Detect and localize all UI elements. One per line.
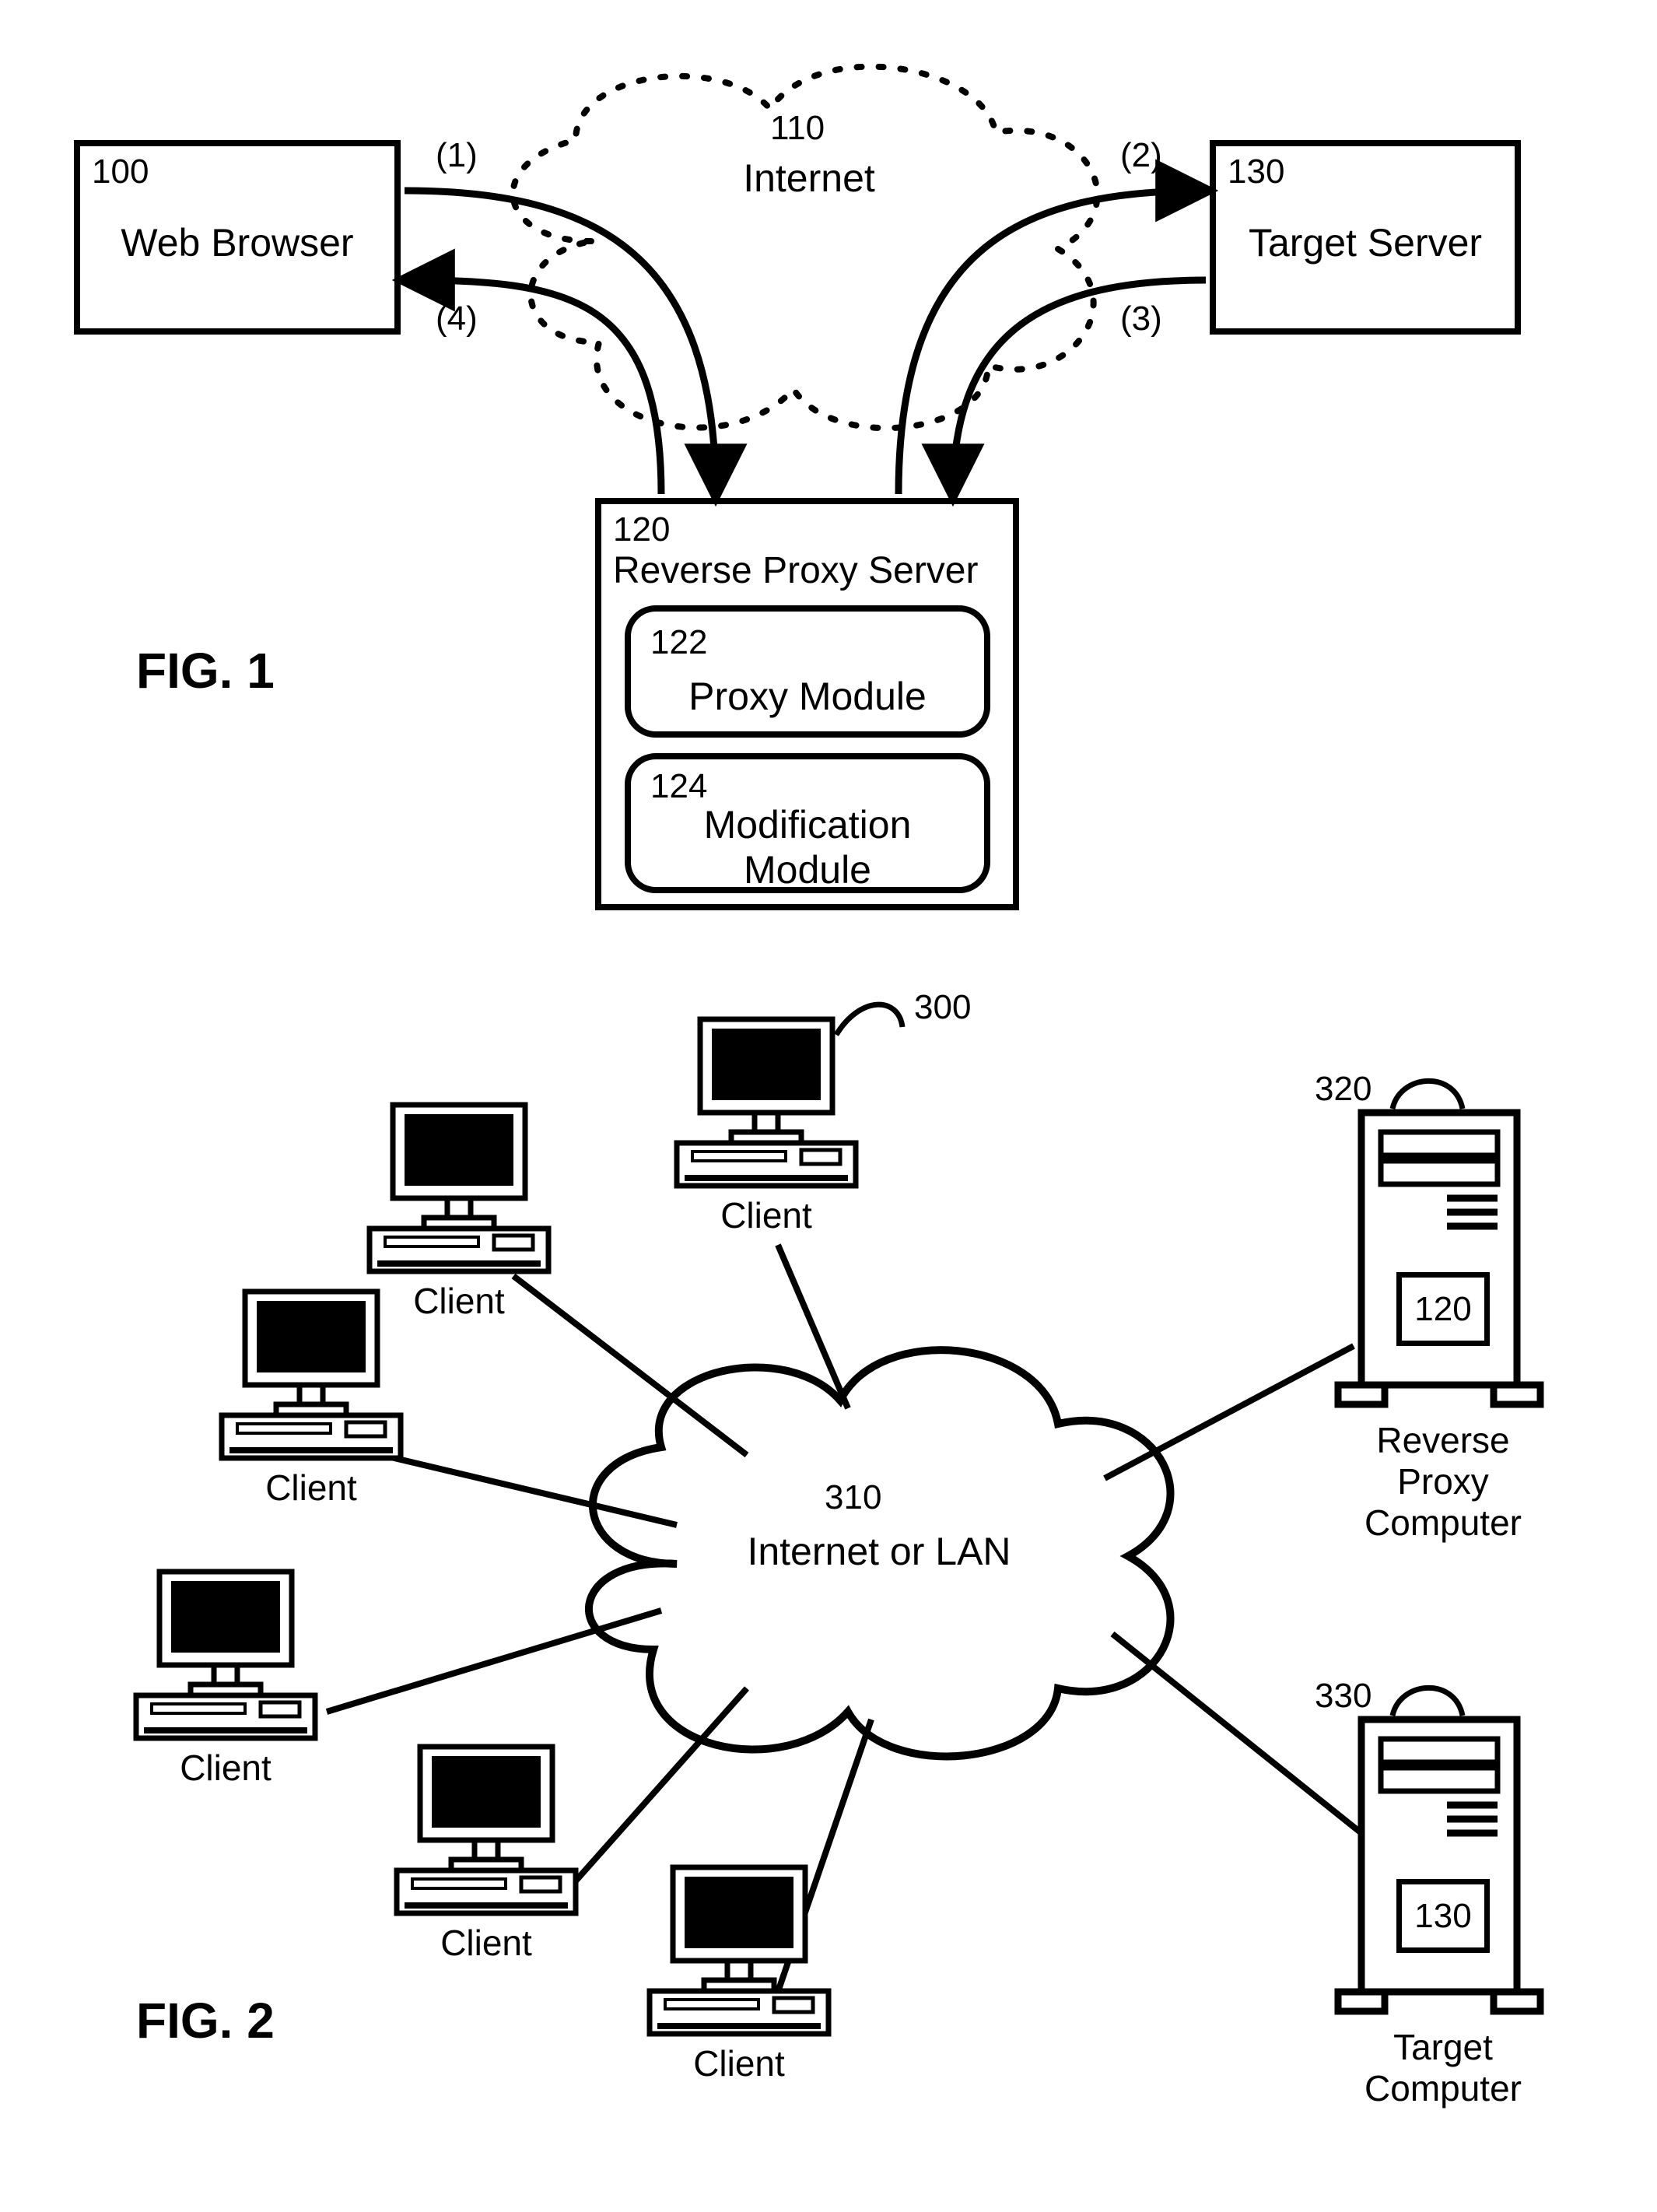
client-label: Client — [704, 1194, 828, 1236]
target-ref-330: 330 — [1315, 1677, 1371, 1716]
client-computer-icon — [397, 1747, 583, 1926]
client-label: Client — [424, 1922, 548, 1964]
ref-leader-icon — [1385, 1066, 1486, 1128]
ref-leader-icon — [1385, 1673, 1486, 1735]
server-tower-icon — [1338, 1113, 1548, 1416]
client-computer-icon — [370, 1105, 556, 1284]
client-computer-icon — [136, 1572, 323, 1751]
proxy-computer-label: Reverse Proxy Computer — [1354, 1420, 1533, 1544]
server-tower-icon — [1338, 1719, 1548, 2023]
client-computer-icon — [650, 1867, 836, 2046]
target-inner-ref-box: 130 — [1396, 1879, 1490, 1953]
client-computer-icon — [222, 1292, 408, 1471]
ref-leader-icon — [828, 988, 922, 1050]
target-inner-ref: 130 — [1414, 1897, 1471, 1936]
client-label: Client — [397, 1280, 521, 1322]
proxy-ref-320: 320 — [1315, 1070, 1371, 1109]
client-label: Client — [677, 2042, 801, 2084]
client-ref-300: 300 — [914, 988, 971, 1027]
fig2-title: FIG. 2 — [136, 1992, 275, 2049]
client-label: Client — [163, 1747, 288, 1789]
proxy-inner-ref-box: 120 — [1396, 1272, 1490, 1346]
target-computer-label: Target Computer — [1354, 2027, 1533, 2109]
proxy-inner-ref: 120 — [1414, 1290, 1471, 1329]
client-label: Client — [249, 1467, 373, 1509]
